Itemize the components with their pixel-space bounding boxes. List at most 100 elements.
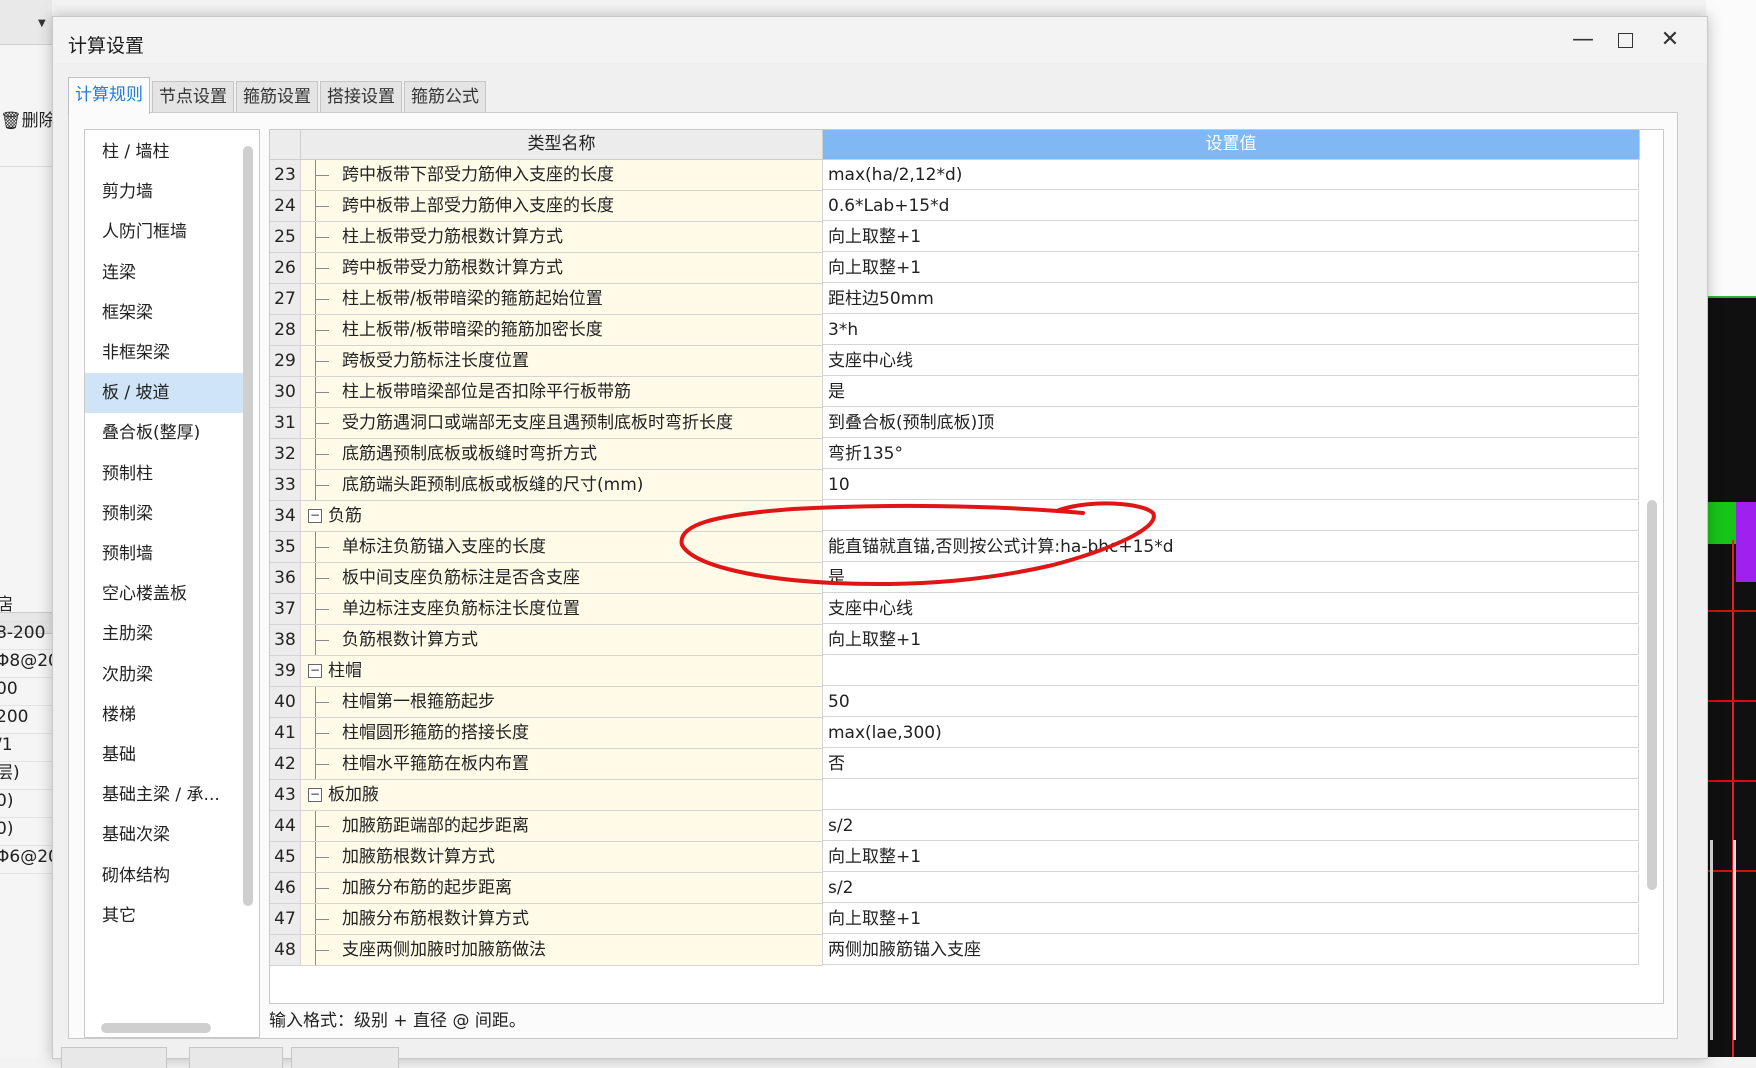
type-name-cell[interactable]: 受力筋遇洞口或端部无支座且遇预制底板时弯折长度 (301, 408, 823, 439)
nav-item[interactable]: 预制梁 (85, 494, 252, 534)
setting-value-cell[interactable]: s/2 (823, 873, 1639, 903)
tab-lap-settings[interactable]: 搭接设置 (320, 81, 402, 112)
grid-row[interactable]: 33 底筋端头距预制底板或板缝的尺寸(mm) 10 (270, 470, 1640, 501)
grid-vertical-scrollbar[interactable] (1647, 500, 1657, 890)
setting-value-cell[interactable]: 是 (823, 563, 1639, 593)
nav-item[interactable]: 预制柱 (85, 454, 252, 494)
setting-value-cell[interactable]: 弯折135° (823, 439, 1639, 469)
type-name-cell[interactable]: 柱上板带/板带暗梁的箍筋加密长度 (301, 315, 823, 346)
type-name-cell[interactable]: 柱帽水平箍筋在板内布置 (301, 749, 823, 780)
minimize-button[interactable]: — (1566, 27, 1600, 53)
type-name-cell[interactable]: 柱帽圆形箍筋的搭接长度 (301, 718, 823, 749)
grid-group-row[interactable]: 43− 板加腋 (270, 780, 1640, 811)
nav-item[interactable]: 人防门框墙 (85, 212, 252, 252)
setting-value-cell[interactable]: 支座中心线 (823, 346, 1639, 376)
nav-item[interactable]: 剪力墙 (85, 172, 252, 212)
setting-value-cell[interactable]: 0.6*Lab+15*d (823, 191, 1639, 221)
type-name-cell[interactable]: 柱帽第一根箍筋起步 (301, 687, 823, 718)
nav-item[interactable]: 次肋梁 (85, 655, 252, 695)
setting-value-cell[interactable]: 能直锚就直锚,否则按公式计算:ha-bhc+15*d (823, 532, 1639, 562)
tab-node-settings[interactable]: 节点设置 (152, 81, 234, 112)
setting-value-cell[interactable]: max(ha/2,12*d) (823, 160, 1639, 190)
background-list-row[interactable]: Φ6@20 (0, 842, 52, 874)
type-name-cell[interactable]: 底筋端头距预制底板或板缝的尺寸(mm) (301, 470, 823, 501)
type-name-cell[interactable]: 单边标注支座负筋标注长度位置 (301, 594, 823, 625)
type-name-cell[interactable]: 支座两侧加腋时加腋筋做法 (301, 935, 823, 966)
type-name-cell[interactable]: 加腋筋根数计算方式 (301, 842, 823, 873)
grid-row[interactable]: 24 跨中板带上部受力筋伸入支座的长度 0.6*Lab+15*d (270, 191, 1640, 222)
setting-value-cell[interactable]: 到叠合板(预制底板)顶 (823, 408, 1639, 438)
collapse-icon[interactable]: − (308, 509, 322, 523)
setting-value-cell[interactable]: 向上取整+1 (823, 625, 1639, 655)
nav-item[interactable]: 非框架梁 (85, 333, 252, 373)
nav-item[interactable]: 砌体结构 (85, 856, 252, 896)
nav-item[interactable]: 预制墙 (85, 534, 252, 574)
grid-row[interactable]: 32 底筋遇预制底板或板缝时弯折方式 弯折135° (270, 439, 1640, 470)
tab-stirrup-formula[interactable]: 箍筋公式 (404, 81, 486, 112)
nav-vertical-scrollbar[interactable] (243, 146, 253, 906)
grid-row[interactable]: 27 柱上板带/板带暗梁的箍筋起始位置 距柱边50mm (270, 284, 1640, 315)
tab-calc-rules[interactable]: 计算规则 (68, 77, 150, 114)
grid-row[interactable]: 42 柱帽水平箍筋在板内布置 否 (270, 749, 1640, 780)
type-name-cell[interactable]: 柱上板带受力筋根数计算方式 (301, 222, 823, 253)
type-name-cell[interactable]: 单标注负筋锚入支座的长度 (301, 532, 823, 563)
collapse-icon[interactable]: − (308, 664, 322, 678)
type-name-cell[interactable]: − 板加腋 (301, 780, 823, 811)
nav-item[interactable]: 连梁 (85, 253, 252, 293)
nav-item[interactable]: 框架梁 (85, 293, 252, 333)
grid-row[interactable]: 41 柱帽圆形箍筋的搭接长度 max(lae,300) (270, 718, 1640, 749)
setting-value-cell[interactable]: 10 (823, 470, 1639, 500)
type-name-cell[interactable]: 负筋根数计算方式 (301, 625, 823, 656)
grid-row[interactable]: 47 加腋分布筋根数计算方式 向上取整+1 (270, 904, 1640, 935)
grid-row[interactable]: 26 跨中板带受力筋根数计算方式 向上取整+1 (270, 253, 1640, 284)
grid-row[interactable]: 25 柱上板带受力筋根数计算方式 向上取整+1 (270, 222, 1640, 253)
nav-item[interactable]: 叠合板(整厚) (85, 413, 252, 453)
bottom-button[interactable] (61, 1047, 167, 1068)
header-setting-value[interactable]: 设置值 (823, 130, 1640, 160)
grid-row[interactable]: 37 单边标注支座负筋标注长度位置 支座中心线 (270, 594, 1640, 625)
grid-row[interactable]: 29 跨板受力筋标注长度位置 支座中心线 (270, 346, 1640, 377)
type-name-cell[interactable]: 底筋遇预制底板或板缝时弯折方式 (301, 439, 823, 470)
setting-value-cell[interactable]: 两侧加腋筋锚入支座 (823, 935, 1639, 965)
grid-row[interactable]: 48 支座两侧加腋时加腋筋做法 两侧加腋筋锚入支座 (270, 935, 1640, 966)
grid-row[interactable]: 46 加腋分布筋的起步距离 s/2 (270, 873, 1640, 904)
type-name-cell[interactable]: 柱上板带/板带暗梁的箍筋起始位置 (301, 284, 823, 315)
setting-value-cell[interactable]: 3*h (823, 315, 1639, 345)
type-name-cell[interactable]: − 负筋 (301, 501, 823, 532)
setting-value-cell[interactable]: 支座中心线 (823, 594, 1639, 624)
nav-item[interactable]: 其它 (85, 896, 252, 936)
grid-group-row[interactable]: 39− 柱帽 (270, 656, 1640, 687)
setting-value-cell[interactable]: 向上取整+1 (823, 842, 1639, 872)
nav-item[interactable]: 基础次梁 (85, 815, 252, 855)
type-name-cell[interactable]: 跨板受力筋标注长度位置 (301, 346, 823, 377)
type-name-cell[interactable]: 板中间支座负筋标注是否含支座 (301, 563, 823, 594)
dropdown-arrow-icon[interactable]: ▼ (38, 18, 46, 29)
grid-row[interactable]: 38 负筋根数计算方式 向上取整+1 (270, 625, 1640, 656)
type-name-cell[interactable]: − 柱帽 (301, 656, 823, 687)
grid-group-row[interactable]: 34− 负筋 (270, 501, 1640, 532)
setting-value-cell[interactable]: 向上取整+1 (823, 904, 1639, 934)
grid-row[interactable]: 30 柱上板带暗梁部位是否扣除平行板带筋 是 (270, 377, 1640, 408)
type-name-cell[interactable]: 跨中板带受力筋根数计算方式 (301, 253, 823, 284)
type-name-cell[interactable]: 跨中板带上部受力筋伸入支座的长度 (301, 191, 823, 222)
type-name-cell[interactable]: 加腋分布筋的起步距离 (301, 873, 823, 904)
nav-item[interactable]: 基础主梁 / 承... (85, 775, 252, 815)
grid-row[interactable]: 36 板中间支座负筋标注是否含支座 是 (270, 563, 1640, 594)
collapse-icon[interactable]: − (308, 788, 322, 802)
setting-value-cell[interactable]: s/2 (823, 811, 1639, 841)
nav-item[interactable]: 楼梯 (85, 695, 252, 735)
maximize-button[interactable] (1608, 27, 1642, 53)
bottom-button[interactable] (291, 1047, 399, 1068)
nav-item[interactable]: 板 / 坡道 (85, 373, 252, 414)
grid-row[interactable]: 35 单标注负筋锚入支座的长度 能直锚就直锚,否则按公式计算:ha-bhc+15*d (270, 532, 1640, 563)
nav-item[interactable]: 基础 (85, 735, 252, 775)
setting-value-cell[interactable]: 向上取整+1 (823, 222, 1639, 252)
grid-row[interactable]: 23 跨中板带下部受力筋伸入支座的长度 max(ha/2,12*d) (270, 160, 1640, 191)
grid-row[interactable]: 40 柱帽第一根箍筋起步 50 (270, 687, 1640, 718)
grid-row[interactable]: 31 受力筋遇洞口或端部无支座且遇预制底板时弯折长度 到叠合板(预制底板)顶 (270, 408, 1640, 439)
close-button[interactable]: ✕ (1653, 27, 1687, 53)
dialog-titlebar[interactable]: 计算设置 — ✕ (53, 17, 1707, 63)
grid-row[interactable]: 44 加腋筋距端部的起步距离 s/2 (270, 811, 1640, 842)
header-type-name[interactable]: 类型名称 (301, 130, 823, 160)
nav-item[interactable]: 柱 / 墙柱 (85, 132, 252, 172)
